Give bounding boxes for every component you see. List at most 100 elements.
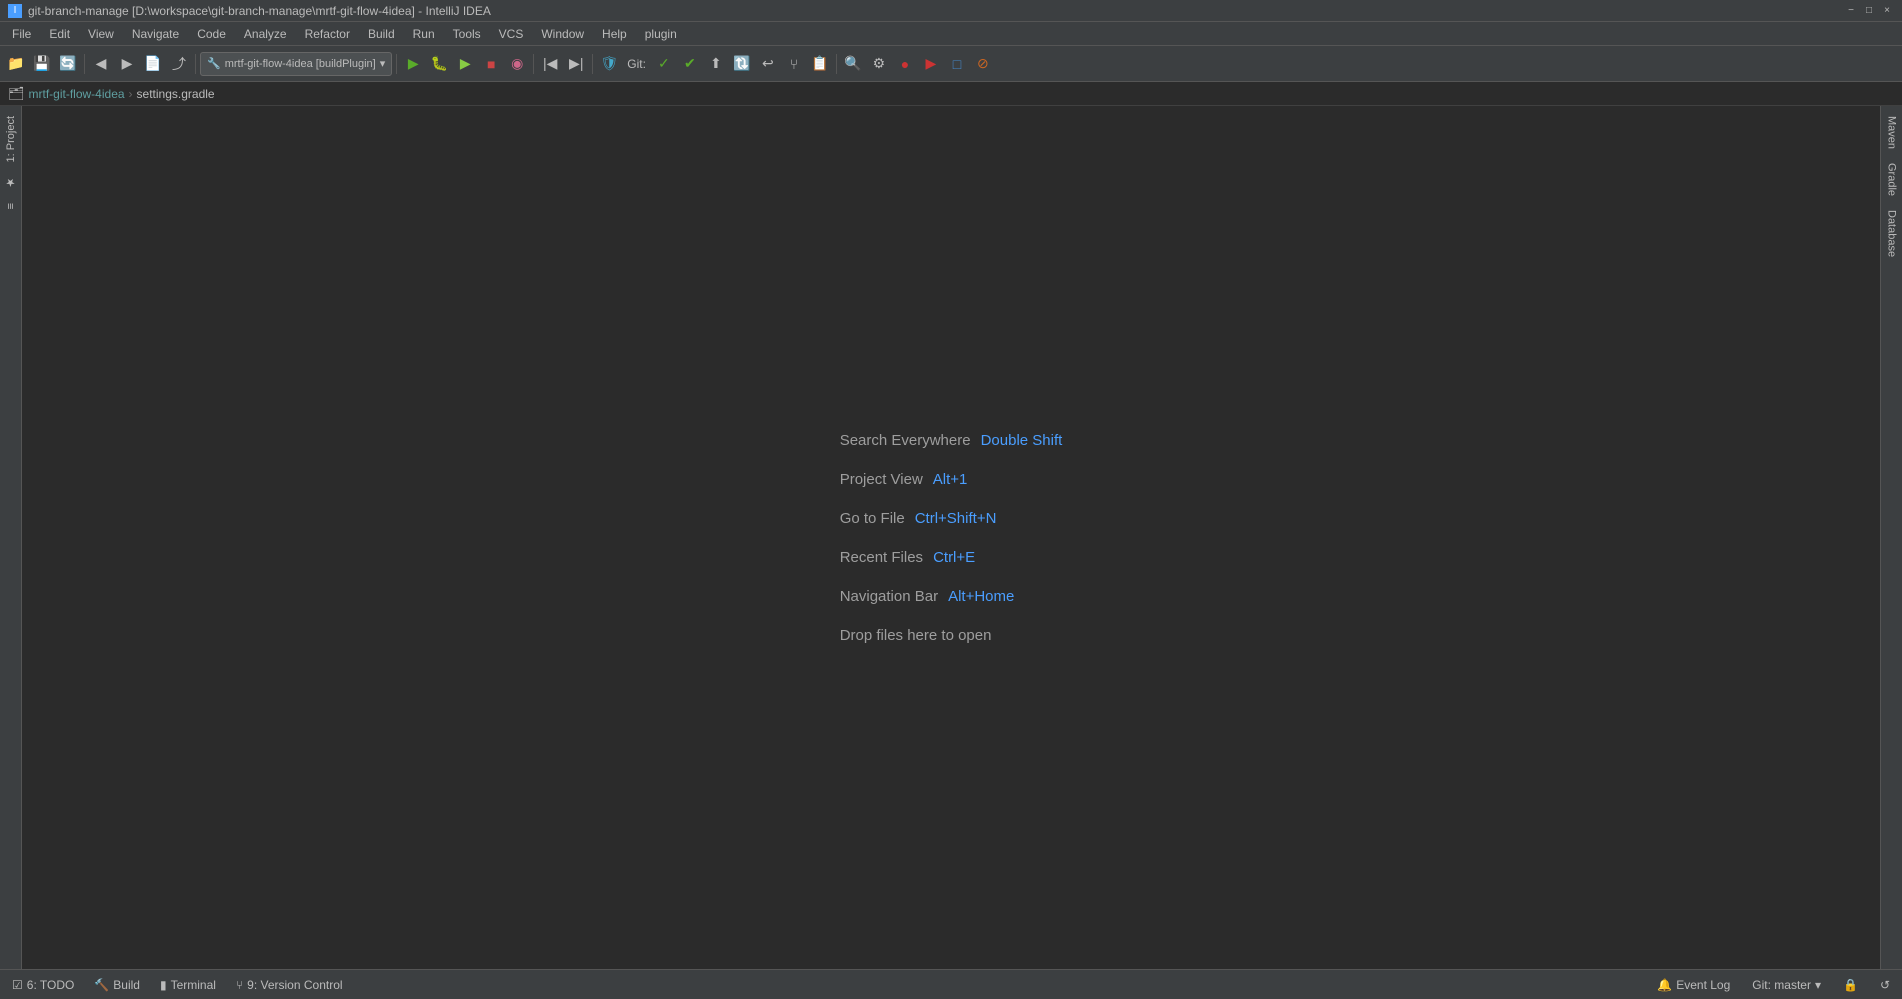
menu-plugin[interactable]: plugin xyxy=(637,25,685,43)
git-branch-indicator[interactable]: Git: master ▾ xyxy=(1746,976,1827,994)
menu-vcs[interactable]: VCS xyxy=(491,25,532,43)
settings-button[interactable]: ⚙ xyxy=(867,52,891,76)
toggle-breakpoint[interactable]: ◉ xyxy=(505,52,529,76)
bottom-tab-terminal[interactable]: ▮ Terminal xyxy=(154,976,222,994)
toolbar: 📁 💾 🔄 ◀ ▶ 📄 ⤴ 🔧 mrtf-git-flow-4idea [bui… xyxy=(0,46,1902,82)
toolbar-build-last[interactable]: ▶| xyxy=(564,52,588,76)
git-log-icon[interactable]: 📋 xyxy=(808,52,832,76)
sidebar-tab-maven[interactable]: Maven xyxy=(1883,110,1901,155)
toolbar-save[interactable]: 💾 xyxy=(30,52,54,76)
sidebar-tab-icon[interactable]: ≡ xyxy=(2,197,20,215)
left-sidebar: 1: Project ★ ≡ xyxy=(0,106,22,969)
toolbar-back[interactable]: ◀ xyxy=(89,52,113,76)
toolbar-coverage[interactable]: 🛡 xyxy=(597,52,621,76)
bottom-tab-build[interactable]: 🔨 Build xyxy=(88,976,146,994)
welcome-recent-line: Recent Files Ctrl+E xyxy=(840,549,1063,566)
search-everywhere-button[interactable]: 🔍 xyxy=(841,52,865,76)
toolbar-sep-5 xyxy=(592,54,593,74)
menu-code[interactable]: Code xyxy=(189,25,234,43)
bottom-tab-version-control[interactable]: ⑂ 9: Version Control xyxy=(230,976,349,994)
menu-tools[interactable]: Tools xyxy=(445,25,489,43)
breadcrumb-sep: › xyxy=(129,87,133,101)
git-refresh-icon[interactable]: 🔃 xyxy=(730,52,754,76)
git-check2-icon[interactable]: ✔ xyxy=(678,52,702,76)
app-icon: I xyxy=(8,4,22,18)
navigation-bar-shortcut[interactable]: Alt+Home xyxy=(948,588,1014,605)
toolbar-project-name: mrtf-git-flow-4idea [buildPlugin] xyxy=(225,58,376,70)
menu-file[interactable]: File xyxy=(4,25,39,43)
build-label: Build xyxy=(113,978,140,992)
bottom-bar: ☑ 6: TODO 🔨 Build ▮ Terminal ⑂ 9: Versio… xyxy=(0,969,1902,999)
welcome-drop-line: Drop files here to open xyxy=(840,627,1063,644)
build-icon: 🔨 xyxy=(94,978,109,992)
toolbar-sep-4 xyxy=(533,54,534,74)
welcome-search-line: Search Everywhere Double Shift xyxy=(840,432,1063,449)
run-button[interactable]: ▶ xyxy=(401,52,425,76)
drop-files-label: Drop files here to open xyxy=(840,627,992,644)
toolbar-forward[interactable]: ▶ xyxy=(115,52,139,76)
recent-files-shortcut[interactable]: Ctrl+E xyxy=(933,549,975,566)
menu-analyze[interactable]: Analyze xyxy=(236,25,295,43)
toolbar-disable[interactable]: ⊘ xyxy=(971,52,995,76)
terminal-icon: ▮ xyxy=(160,978,167,992)
git-branches-icon[interactable]: ⑂ xyxy=(782,52,806,76)
bottom-tab-event-log[interactable]: 🔔 Event Log xyxy=(1651,976,1736,994)
project-view-label: Project View xyxy=(840,471,923,488)
toolbar-sep-6 xyxy=(836,54,837,74)
menu-help[interactable]: Help xyxy=(594,25,635,43)
goto-file-label: Go to File xyxy=(840,510,905,527)
toolbar-nav[interactable]: ⤴ xyxy=(167,52,191,76)
recent-files-label: Recent Files xyxy=(840,549,923,566)
main-layout: 1: Project ★ ≡ Search Everywhere Double … xyxy=(0,106,1902,969)
close-button[interactable]: × xyxy=(1880,4,1894,18)
event-log-label: Event Log xyxy=(1676,978,1730,992)
goto-file-shortcut[interactable]: Ctrl+Shift+N xyxy=(915,510,997,527)
lock-button[interactable]: 🔒 xyxy=(1837,976,1864,994)
version-control-label: 9: Version Control xyxy=(247,978,342,992)
minimize-button[interactable]: − xyxy=(1844,4,1858,18)
project-view-shortcut[interactable]: Alt+1 xyxy=(933,471,968,488)
search-everywhere-shortcut[interactable]: Double Shift xyxy=(981,432,1063,449)
stop-button[interactable]: ■ xyxy=(479,52,503,76)
right-sidebar: Maven Gradle Database xyxy=(1880,106,1902,969)
toolbar-sep-3 xyxy=(396,54,397,74)
sidebar-tab-gradle[interactable]: Gradle xyxy=(1883,157,1901,202)
breadcrumb-root[interactable]: mrtf-git-flow-4idea xyxy=(29,87,125,101)
bottom-right: 🔔 Event Log Git: master ▾ 🔒 ↺ xyxy=(1651,976,1896,994)
maximize-button[interactable]: □ xyxy=(1862,4,1876,18)
sidebar-tab-database[interactable]: Database xyxy=(1883,204,1901,263)
run-with-coverage-button[interactable]: ▶ xyxy=(453,52,477,76)
toolbar-plugin2[interactable]: ▶ xyxy=(919,52,943,76)
menu-run[interactable]: Run xyxy=(405,25,443,43)
breadcrumb-file[interactable]: settings.gradle xyxy=(137,87,215,101)
window-controls: − □ × xyxy=(1844,4,1894,18)
bottom-tab-todo[interactable]: ☑ 6: TODO xyxy=(6,976,80,994)
toolbar-build-first[interactable]: |◀ xyxy=(538,52,562,76)
git-check-icon[interactable]: ✓ xyxy=(652,52,676,76)
toolbar-recent-files[interactable]: 📄 xyxy=(141,52,165,76)
git-rollback-icon[interactable]: ↩ xyxy=(756,52,780,76)
toolbar-plugin3[interactable]: □ xyxy=(945,52,969,76)
toolbar-plugin1[interactable]: ● xyxy=(893,52,917,76)
menu-window[interactable]: Window xyxy=(533,25,592,43)
menu-view[interactable]: View xyxy=(80,25,122,43)
sync-button[interactable]: ↺ xyxy=(1874,976,1896,994)
menu-edit[interactable]: Edit xyxy=(41,25,78,43)
terminal-label: Terminal xyxy=(171,978,216,992)
toolbar-sync[interactable]: 🔄 xyxy=(56,52,80,76)
star-icon: ★ xyxy=(5,176,17,189)
menu-navigate[interactable]: Navigate xyxy=(124,25,187,43)
project-dropdown[interactable]: 🔧 mrtf-git-flow-4idea [buildPlugin] ▾ xyxy=(200,52,392,76)
menu-refactor[interactable]: Refactor xyxy=(297,25,358,43)
debug-button[interactable]: 🐛 xyxy=(427,52,451,76)
sidebar-tab-favorites[interactable]: ★ xyxy=(1,170,20,195)
menu-build[interactable]: Build xyxy=(360,25,403,43)
search-everywhere-label: Search Everywhere xyxy=(840,432,971,449)
git-update-icon[interactable]: ⬆ xyxy=(704,52,728,76)
welcome-goto-line: Go to File Ctrl+Shift+N xyxy=(840,510,1063,527)
toolbar-project-icon: 🔧 xyxy=(207,57,221,70)
sidebar-tab-project[interactable]: 1: Project xyxy=(2,110,20,168)
editor-area: Search Everywhere Double Shift Project V… xyxy=(22,106,1880,969)
chevron-down-icon: ▾ xyxy=(380,57,386,70)
toolbar-open-folder[interactable]: 📁 xyxy=(4,52,28,76)
